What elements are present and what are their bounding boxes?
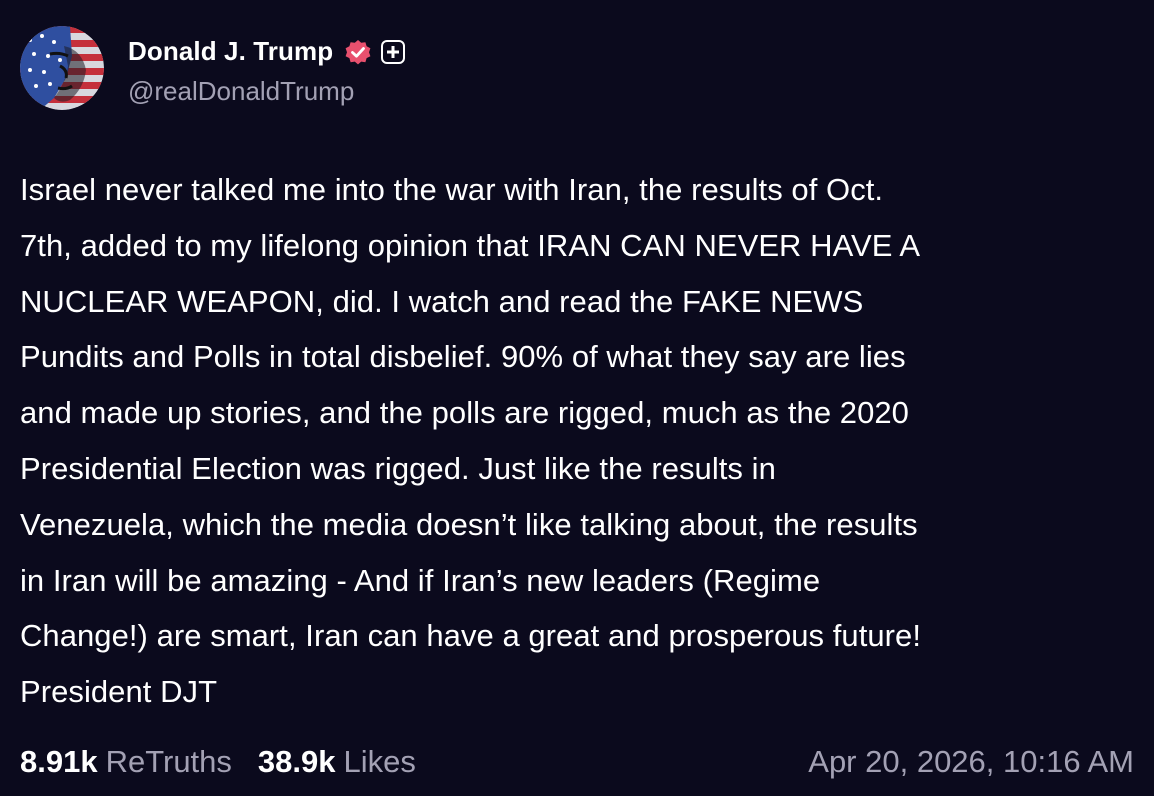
plus-icon [381,39,406,64]
username-handle[interactable]: @realDonaldTrump [128,76,405,107]
likes-count: 38.9k [257,744,336,779]
post-timestamp[interactable]: Apr 20, 2026, 10:16 AM [808,744,1134,780]
retruths-label: ReTruths [105,744,232,779]
display-name[interactable]: Donald J. Trump [128,36,333,67]
avatar-image [20,26,104,110]
name-row: Donald J. Trump [128,30,406,74]
retruths-stat[interactable]: 8.91k ReTruths [20,744,232,780]
retruths-count: 8.91k [20,744,98,779]
author-info: Donald J. Trump @realDonaldTrump [128,30,406,107]
avatar[interactable] [20,26,104,110]
post-header: Donald J. Trump @realDonaldTrump [20,26,406,110]
verified-badge-icon [343,37,373,67]
post-footer: 8.91k ReTruths 38.9k Likes Apr 20, 2026,… [20,736,1134,788]
post-text: Israel never talked me into the war with… [20,172,921,710]
post-card: Donald J. Trump @realDonaldTrump Israel … [0,0,1154,796]
likes-label: Likes [343,744,416,779]
post-stats: 8.91k ReTruths 38.9k Likes [20,744,442,780]
likes-stat[interactable]: 38.9k Likes [258,744,416,780]
